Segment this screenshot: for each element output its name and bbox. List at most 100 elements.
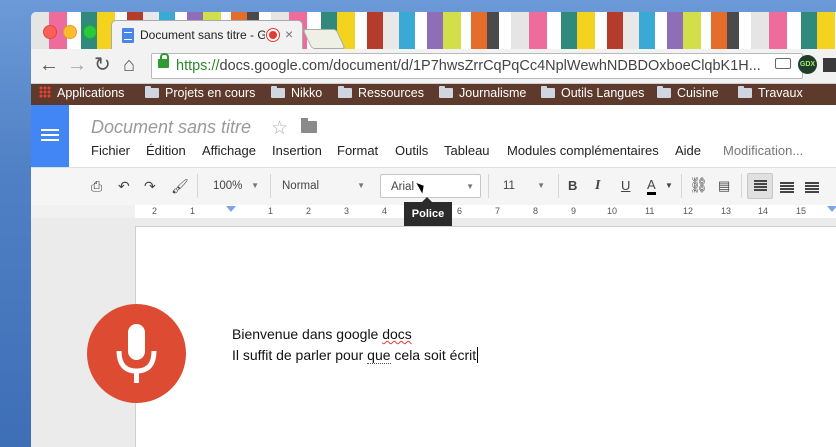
text-run: Bienvenue dans google: [232, 326, 383, 342]
forward-arrow-icon[interactable]: →: [67, 54, 87, 76]
menu-edition[interactable]: Édition: [146, 143, 186, 158]
tab-title: Document sans titre - G: [140, 28, 265, 42]
menu-modules[interactable]: Modules complémentaires: [507, 143, 659, 158]
bookmark-folder[interactable]: Outils Langues: [541, 86, 644, 100]
underline-icon[interactable]: U: [621, 177, 630, 195]
back-arrow-icon[interactable]: ←: [39, 54, 59, 76]
right-indent-marker[interactable]: [827, 206, 836, 212]
comment-icon[interactable]: ▤: [718, 177, 730, 195]
tab-close-icon[interactable]: ×: [285, 26, 293, 42]
document-line-2[interactable]: Il suffit de parler pour que cela soit é…: [232, 347, 479, 364]
bookmark-folder[interactable]: Nikko: [271, 86, 322, 100]
menu-outils[interactable]: Outils: [395, 143, 428, 158]
chevron-down-icon: ▼: [537, 181, 545, 190]
folder-icon: [271, 86, 285, 98]
chevron-down-icon[interactable]: ▼: [665, 177, 673, 195]
bookmark-applications[interactable]: Applications: [39, 86, 124, 100]
ruler-tick: 6: [457, 206, 463, 216]
camera-icon[interactable]: [775, 58, 791, 69]
folder-icon[interactable]: [301, 118, 317, 133]
new-tab-button[interactable]: [302, 29, 346, 49]
bookmark-folder[interactable]: Projets en cours: [145, 86, 255, 100]
italic-icon[interactable]: I: [595, 177, 600, 195]
ruler-tick: 13: [721, 206, 732, 216]
docs-logo-icon[interactable]: [31, 105, 69, 167]
menu-icon[interactable]: [823, 58, 836, 72]
toolbar-divider: [197, 174, 198, 198]
bookmark-label: Journalisme: [459, 86, 527, 100]
ruler-tick: 7: [495, 206, 501, 216]
menu-fichier[interactable]: Fichier: [91, 143, 130, 158]
bookmark-folder[interactable]: Cuisine: [657, 86, 719, 100]
ruler-tick: 2: [306, 206, 312, 216]
url-path: docs.google.com/document/d/1P7hwsZrrCqPq…: [219, 58, 761, 74]
menu-insertion[interactable]: Insertion: [272, 143, 322, 158]
chevron-down-icon: ▼: [357, 181, 365, 190]
ruler-tick: 2: [152, 206, 158, 216]
bold-icon[interactable]: B: [568, 177, 577, 195]
text-color-icon[interactable]: A: [647, 177, 656, 195]
ruler-tick: 1: [268, 206, 274, 216]
address-bar[interactable]: https://docs.google.com/document/d/1P7hw…: [151, 53, 803, 79]
document-line-1[interactable]: Bienvenue dans google docs: [232, 326, 412, 342]
bookmark-folder[interactable]: Journalisme: [439, 86, 526, 100]
bookmark-label: Ressources: [358, 86, 424, 100]
align-center-icon[interactable]: [780, 182, 794, 193]
extension-icon[interactable]: GDX: [798, 55, 817, 74]
indent-marker[interactable]: [226, 206, 236, 212]
reload-icon[interactable]: ↻: [94, 54, 111, 76]
folder-icon: [541, 86, 555, 98]
font-select[interactable]: Arial ▼: [380, 174, 481, 198]
ruler-tick: 15: [796, 206, 807, 216]
undo-icon[interactable]: ↶: [118, 177, 130, 195]
bookmark-label: Cuisine: [677, 86, 719, 100]
window-maximize-button[interactable]: [83, 25, 97, 39]
text-run: cela soit: [390, 347, 450, 363]
bookmark-label: Travaux: [758, 86, 803, 100]
style-select[interactable]: Normal ▼: [275, 174, 371, 198]
print-icon[interactable]: ⎙: [91, 177, 102, 195]
link-icon[interactable]: ⛓: [689, 177, 708, 195]
bookmark-folder[interactable]: Travaux: [738, 86, 803, 100]
toolbar-divider: [270, 174, 271, 198]
bookmark-label: Projets en cours: [165, 86, 256, 100]
menu-format[interactable]: Format: [337, 143, 378, 158]
document-title[interactable]: Document sans titre: [91, 117, 251, 138]
bookmarks-bar: Applications Projets en cours Nikko Ress…: [31, 84, 836, 105]
microphone-button[interactable]: [87, 304, 186, 403]
font-size-select[interactable]: 11 ▼: [493, 174, 551, 198]
url-text[interactable]: https://docs.google.com/document/d/1P7hw…: [176, 58, 776, 74]
font-size-value: 11: [503, 180, 515, 192]
window-minimize-button[interactable]: [63, 25, 77, 39]
menu-tableau[interactable]: Tableau: [444, 143, 490, 158]
chevron-down-icon: ▼: [466, 182, 474, 191]
suggested-word[interactable]: que: [367, 347, 391, 364]
url-scheme: https://: [176, 58, 220, 74]
bookmark-folder[interactable]: Ressources: [338, 86, 424, 100]
menu-aide[interactable]: Aide: [675, 143, 701, 158]
misspelled-word[interactable]: docs: [382, 326, 412, 342]
document-page[interactable]: Bienvenue dans google docs Il suffit de …: [135, 226, 836, 447]
redo-icon[interactable]: ↷: [144, 177, 156, 195]
tab-strip: Document sans titre - G ×: [31, 12, 836, 49]
tab-docs[interactable]: Document sans titre - G ×: [111, 20, 303, 49]
align-right-icon[interactable]: [805, 182, 819, 193]
save-status: Modification...: [723, 143, 804, 158]
paint-format-icon[interactable]: 🖌: [171, 177, 189, 195]
navigation-toolbar: ← → ↻ ⌂ https://docs.google.com/document…: [31, 49, 836, 84]
ruler-tick: 14: [758, 206, 769, 216]
home-icon[interactable]: ⌂: [123, 54, 135, 76]
ruler-tick: 9: [571, 206, 577, 216]
star-icon[interactable]: ☆: [271, 117, 288, 140]
ruler-tick: 1: [190, 206, 196, 216]
toolbar-divider: [558, 174, 559, 198]
ruler-tick: 11: [645, 206, 655, 216]
font-tooltip: Police: [404, 197, 452, 226]
folder-icon: [657, 86, 671, 98]
lock-icon: [158, 53, 169, 68]
menu-affichage[interactable]: Affichage: [202, 143, 256, 158]
align-left-icon[interactable]: [747, 173, 773, 199]
window-close-button[interactable]: [43, 25, 57, 39]
zoom-select[interactable]: 100% ▼: [203, 174, 265, 198]
ruler-tick: 3: [344, 206, 350, 216]
